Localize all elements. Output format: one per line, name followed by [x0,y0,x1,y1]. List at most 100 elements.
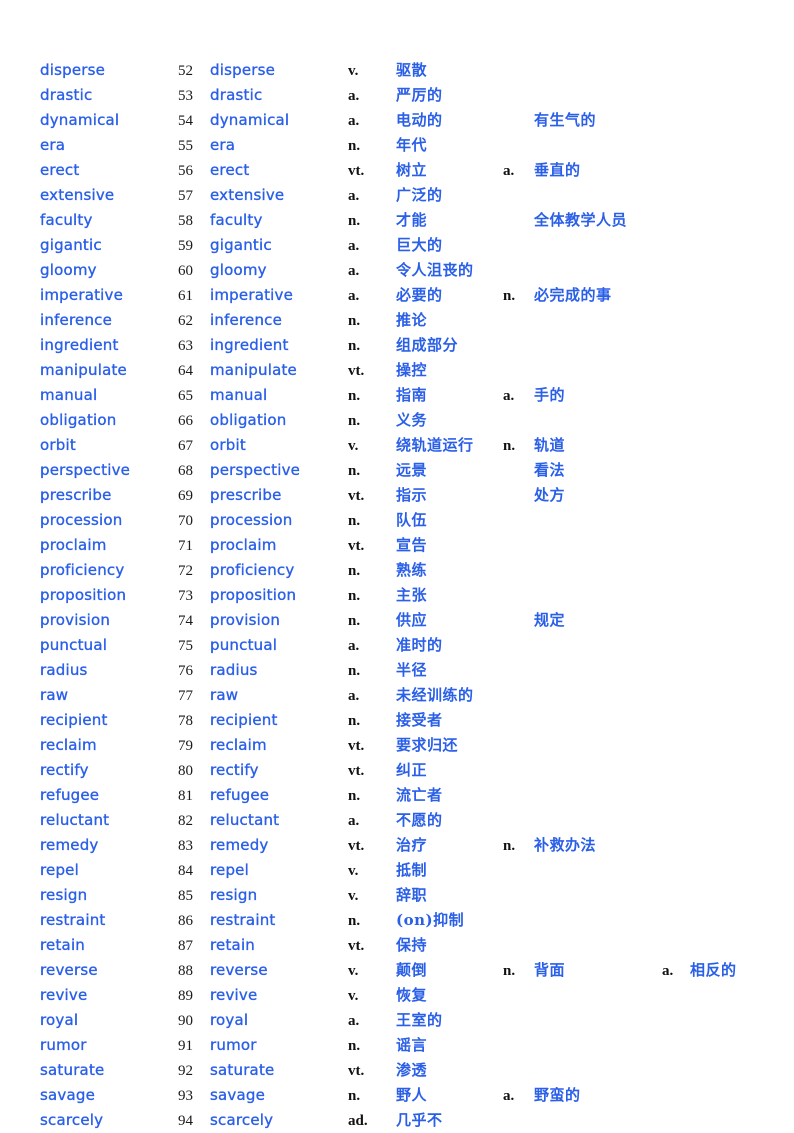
table-row: retain 87 retain vt. 保持 [40,933,794,958]
part-of-speech-tertiary [662,633,690,658]
entry-number: 66 [178,413,193,429]
part-of-speech-tertiary [662,308,690,333]
part-of-speech-secondary [503,658,534,683]
table-row: saturate 92 saturate vt. 渗透 [40,1058,794,1083]
chinese-meaning-tertiary [690,483,794,508]
chinese-meaning-tertiary [690,633,794,658]
part-of-speech-primary: n. [348,788,361,804]
entry-number: 84 [178,863,193,879]
part-of-speech-tertiary [662,283,690,308]
part-of-speech-tertiary [662,183,690,208]
word-entry-right: radius [210,661,258,679]
part-of-speech-primary: a. [348,1013,360,1029]
chinese-meaning-secondary [534,83,662,108]
part-of-speech-secondary [503,233,534,258]
word-entry-right: resign [210,886,258,904]
part-of-speech-primary: vt. [348,738,365,754]
chinese-meaning-tertiary [690,658,794,683]
chinese-meaning-tertiary [690,858,794,883]
chinese-meaning-tertiary [690,408,794,433]
chinese-meaning-primary: 年代 [396,136,428,154]
part-of-speech-secondary: a. [503,163,515,179]
chinese-meaning-primary: 组成部分 [396,336,459,354]
part-of-speech-primary: v. [348,863,359,879]
chinese-meaning-primary: 恢复 [396,986,428,1004]
chinese-meaning-tertiary [690,908,794,933]
table-row: revive 89 revive v. 恢复 [40,983,794,1008]
chinese-meaning-primary: 抵制 [396,861,428,879]
entry-number: 63 [178,338,193,354]
table-row: proposition 73 proposition n. 主张 [40,583,794,608]
chinese-meaning-secondary [534,333,662,358]
part-of-speech-primary: a. [348,638,360,654]
entry-number: 86 [178,913,193,929]
chinese-meaning-secondary: 有生气的 [534,111,597,129]
table-row: faculty 58 faculty n. 才能 全体教学人员 [40,208,794,233]
chinese-meaning-secondary [534,808,662,833]
table-row: reverse 88 reverse v. 颠倒 n. 背面 a. 相反的 [40,958,794,983]
part-of-speech-tertiary [662,158,690,183]
table-row: reclaim 79 reclaim vt. 要求归还 [40,733,794,758]
chinese-meaning-tertiary [690,833,794,858]
part-of-speech-tertiary [662,1058,690,1083]
chinese-meaning-secondary: 全体教学人员 [534,211,628,229]
part-of-speech-primary: n. [348,338,361,354]
chinese-meaning-tertiary [690,283,794,308]
word-entry-left: dynamical [40,111,120,129]
table-row: extensive 57 extensive a. 广泛的 [40,183,794,208]
part-of-speech-tertiary [662,258,690,283]
chinese-meaning-tertiary [690,208,794,233]
part-of-speech-secondary: a. [503,388,515,404]
word-entry-left: remedy [40,836,99,854]
table-row: erect 56 erect vt. 树立 a. 垂直的 [40,158,794,183]
part-of-speech-tertiary [662,683,690,708]
table-row: proficiency 72 proficiency n. 熟练 [40,558,794,583]
entry-number: 60 [178,263,193,279]
part-of-speech-secondary [503,258,534,283]
word-entry-right: proclaim [210,536,277,554]
chinese-meaning-primary: 电动的 [396,111,443,129]
part-of-speech-tertiary [662,933,690,958]
chinese-meaning-tertiary [690,883,794,908]
chinese-meaning-tertiary [690,58,794,83]
part-of-speech-secondary [503,533,534,558]
word-entry-left: ingredient [40,336,119,354]
part-of-speech-tertiary [662,433,690,458]
chinese-meaning-tertiary [690,458,794,483]
chinese-meaning-primary: 驱散 [396,61,428,79]
chinese-meaning-secondary [534,858,662,883]
part-of-speech-primary: a. [348,188,360,204]
part-of-speech-primary: n. [348,138,361,154]
part-of-speech-secondary [503,333,534,358]
part-of-speech-primary: v. [348,438,359,454]
chinese-meaning-tertiary [690,608,794,633]
part-of-speech-primary: v. [348,988,359,1004]
chinese-meaning-secondary [534,1058,662,1083]
part-of-speech-tertiary [662,1008,690,1033]
entry-number: 76 [178,663,193,679]
part-of-speech-primary: n. [348,1038,361,1054]
word-entry-left: retain [40,936,86,954]
part-of-speech-primary: a. [348,688,360,704]
chinese-meaning-primary: 严厉的 [396,86,443,104]
table-row: resign 85 resign v. 辞职 [40,883,794,908]
part-of-speech-primary: a. [348,238,360,254]
word-entry-right: prescribe [210,486,282,504]
word-entry-right: extensive [210,186,285,204]
chinese-meaning-primary: 渗透 [396,1061,428,1079]
word-entry-right: repel [210,861,249,879]
part-of-speech-secondary [503,1108,534,1133]
chinese-meaning-secondary [534,933,662,958]
part-of-speech-tertiary [662,858,690,883]
word-entry-right: gigantic [210,236,272,254]
part-of-speech-primary: a. [348,288,360,304]
part-of-speech-tertiary [662,883,690,908]
word-entry-right: punctual [210,636,278,654]
word-entry-left: proposition [40,586,127,604]
word-entry-left: extensive [40,186,115,204]
chinese-meaning-tertiary [690,683,794,708]
table-row: perspective 68 perspective n. 远景 看法 [40,458,794,483]
part-of-speech-secondary: n. [503,288,516,304]
word-entry-right: erect [210,161,250,179]
chinese-meaning-tertiary [690,808,794,833]
